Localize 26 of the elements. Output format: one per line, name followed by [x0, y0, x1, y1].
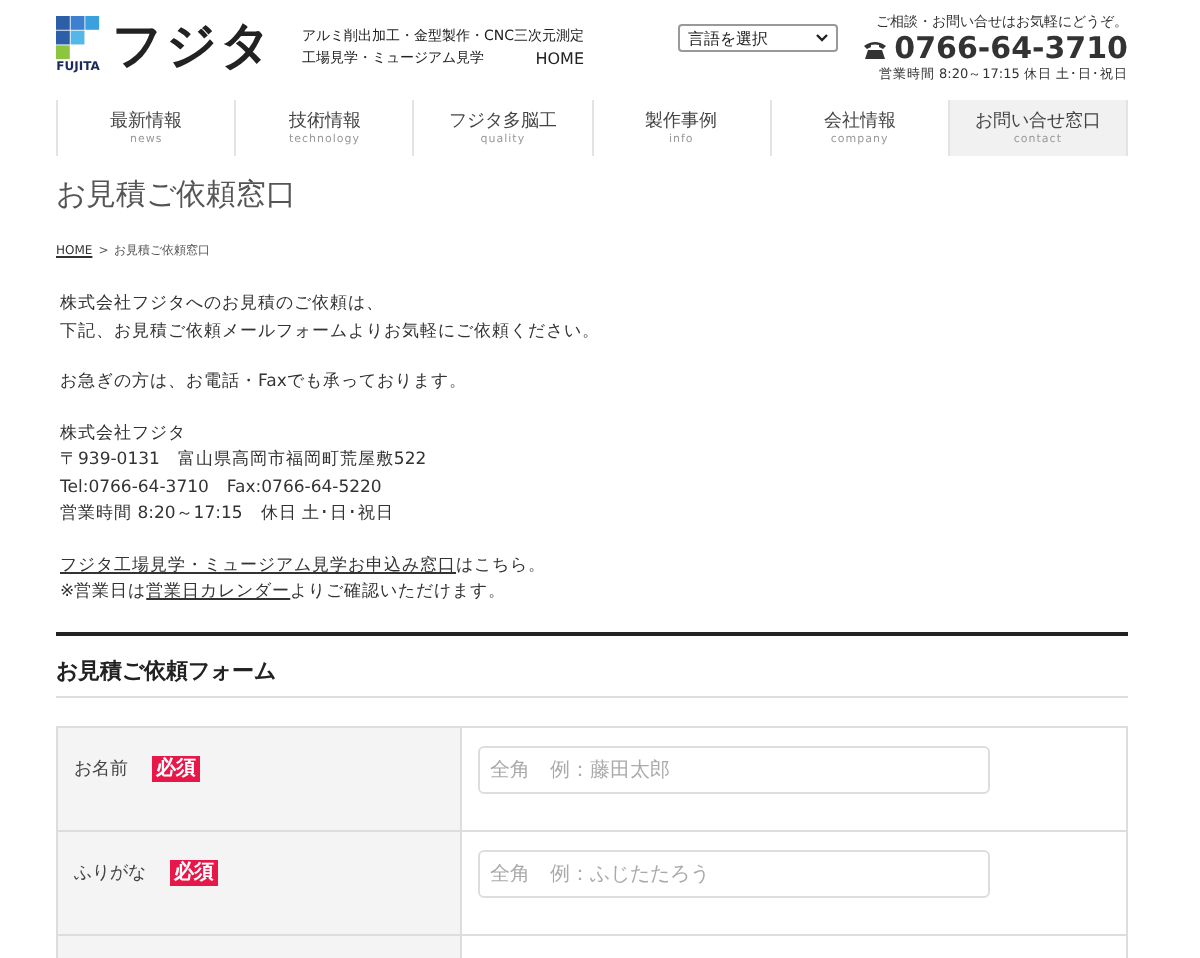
body-text: ※営業日は営業日カレンダー よりご確認いただけます。	[60, 580, 507, 606]
field-label: ふりがな	[74, 861, 146, 885]
chevron-down-icon	[816, 34, 829, 42]
body-text: 〒939-0131 富山県高岡市福岡町荒屋敷522	[60, 448, 427, 474]
phone-number: 0766-64-3710	[894, 32, 1128, 66]
page-title: お見積ご依頼窓口	[56, 176, 298, 212]
body-text: 営業時間 8:20～17:15 休日 土･日･祝日	[60, 502, 394, 528]
phone-icon	[862, 39, 889, 59]
required-badge: 必須	[170, 859, 218, 885]
text-link[interactable]: フジタ工場見学・ミュージアム見学お申込み窓口	[60, 555, 456, 575]
required-badge: 必須	[152, 755, 200, 781]
input-field[interactable]: 全角 例：藤田太郎	[478, 746, 990, 794]
body-text: お急ぎの方は、お電話・Faxでも承っております。	[60, 370, 467, 396]
input-field[interactable]: 全角 例：ふじたたろう	[478, 850, 990, 898]
body-text: 下記、お見積ご依頼メールフォームよりお気軽にご依頼ください。	[60, 319, 600, 345]
form-title: お見積ご依頼フォーム	[56, 659, 276, 683]
logo-text: フジタ	[112, 14, 274, 78]
text-link[interactable]: 営業日カレンダー	[146, 582, 291, 602]
body-text: フジタ工場見学・ミュージアム見学お申込み窓口 はこちら。	[60, 553, 546, 579]
field-label: お名前	[74, 757, 128, 781]
home-link[interactable]: HOME	[535, 48, 585, 70]
language-select[interactable]: 言語を選択	[678, 24, 839, 52]
logo-mark-icon	[56, 16, 100, 60]
body-text: 株式会社フジタへのお見積のご依頼は、	[60, 292, 384, 318]
body-text: Tel:0766-64-3710 Fax:0766-64-5220	[60, 475, 382, 501]
body-text: 株式会社フジタ	[60, 421, 186, 447]
